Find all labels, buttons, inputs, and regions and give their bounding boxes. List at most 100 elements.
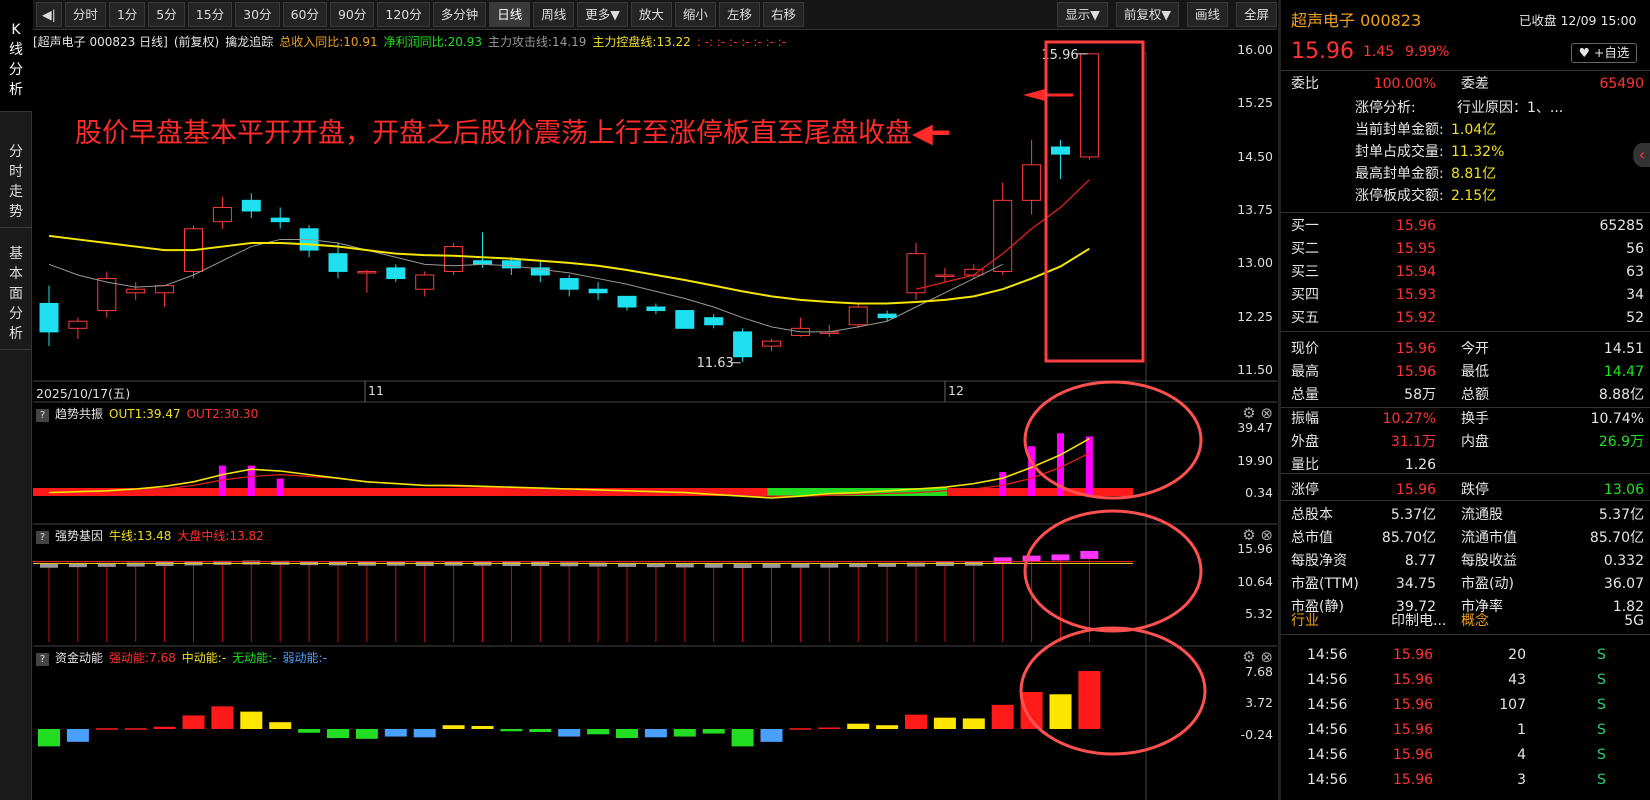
period-button[interactable]: 1分 [108,2,146,27]
pane3-strong: 强动能:7.68 [109,651,176,665]
stat-key: 流通股 [1461,507,1503,523]
chart-menu-button[interactable]: 前复权▼ [1115,2,1179,27]
pane3-bar [731,729,754,747]
pane3-bar [991,704,1014,729]
date-axis-label: 12 [948,383,964,398]
tick-time: 14:56 [1307,772,1348,788]
market-status: 已收盘 12/09 15:00 [1519,13,1637,28]
chart-action-button[interactable]: 右移 [762,2,804,27]
stat-key: 每股收益 [1461,553,1517,569]
kline-chart-area[interactable]: 15.96 11.63 [超声电子 000823 日线] (前复权) 擒龙追踪 总收入同… [33,31,1277,800]
stat-row: 最高 15.96 最低 14.47 [1281,360,1650,384]
period-button[interactable]: 多分钟 [432,2,487,27]
chevron-left-icon[interactable]: ‹ [1633,143,1650,167]
pane3-bar [66,729,89,742]
stat-value: 5.37亿 [1390,507,1436,523]
chart-action-button[interactable]: 左移 [718,2,760,27]
candle-body [270,217,290,223]
chart-action-button[interactable]: 缩小 [674,2,716,27]
pane3-bar [702,729,725,734]
bid-volume: 56 [1626,241,1644,257]
limit-up-row: 涨停分析: 行业原因：1、... [1281,96,1650,120]
limit-up-value: 2.15亿 [1451,188,1497,204]
weibi-label: 委比 [1291,76,1319,92]
stat-row: 现价 15.96 今开 14.51 [1281,337,1650,361]
stat-value: 26.9万 [1598,434,1644,450]
chart-menu-button[interactable]: 显示▼ [1057,2,1108,27]
period-button[interactable]: 更多▼ [577,2,628,27]
candle-body [877,313,897,319]
pane3-bar [38,729,60,747]
help-icon[interactable]: ? [36,409,49,422]
limit-up-value: 1.04亿 [1451,122,1497,138]
stat-key: 最高 [1291,364,1319,380]
tick-side: S [1597,722,1606,738]
pane3-name: 资金动能 [55,651,104,665]
bid-label: 买四 [1291,287,1319,303]
limit-up-row: 当前封单金额: 1.04亿 [1281,118,1650,142]
stat-key: 流通市值 [1461,530,1517,546]
pane3-mid: 中动能:- [181,651,227,665]
period-button[interactable]: 分时 [64,2,106,27]
stat-key: 现价 [1291,341,1319,357]
pane3-bar [153,726,176,729]
stat-key: 外盘 [1291,434,1319,450]
tick-side: S [1597,672,1606,688]
chart-menu-button[interactable]: 全屏 [1235,2,1277,27]
pane3-bar [95,728,118,730]
tick-price: 15.96 [1393,722,1434,738]
chart-menu-button[interactable]: 画线 [1186,2,1228,27]
tick-side: S [1597,647,1606,663]
tick-price: 15.96 [1393,647,1434,663]
bid-price: 15.93 [1395,287,1436,303]
quote-panel: 超声电子 000823 已收盘 12/09 15:00 15.96 1.45 9.99%… [1278,0,1650,800]
tab-kline-analysis[interactable]: K线分析 [0,0,32,112]
pane1-axis-label: 19.90 [1237,453,1273,468]
period-button[interactable]: 30分 [235,2,280,27]
period-button[interactable]: 5分 [148,2,185,27]
stat-key: 总股本 [1291,507,1333,523]
chart-menus: 显示▼ 前复权▼ 画线 全屏 [1049,2,1277,27]
pane1-axis-label: 39.47 [1237,420,1273,435]
stat-key: 总额 [1461,387,1489,403]
bid-volume: 52 [1626,310,1644,326]
collapse-left-icon[interactable]: ◀| [36,2,62,27]
period-button[interactable]: 90分 [329,2,375,27]
pane3-bar [269,722,292,729]
period-button[interactable]: 日线 [489,2,531,27]
price-axis-label: 12.25 [1237,308,1273,324]
bid-price: 15.95 [1395,241,1436,257]
help-icon[interactable]: ? [36,531,49,544]
tick-volume: 107 [1499,697,1526,713]
stat-key: 今开 [1461,341,1489,357]
period-button[interactable]: 120分 [377,2,430,27]
limit-up-key: 封单占成交量: [1355,144,1444,160]
chart-action-button[interactable]: 放大 [630,2,672,27]
candle-body [848,306,868,326]
pane1-name: 趋势共振 [55,407,104,421]
pane3-bar [876,725,899,729]
period-button[interactable]: 60分 [282,2,327,27]
stat-value: 14.47 [1603,364,1644,380]
pane3-none: 无动能:- [232,651,277,665]
pane2-niu: 牛线:13.48 [109,529,172,543]
pane1-header: ? 趋势共振 OUT1:39.47 OUT2:30.30 [33,403,1277,425]
period-button[interactable]: 15分 [187,2,233,27]
limit-up-key: 最高封单金额: [1355,166,1444,182]
tick-side: S [1597,697,1606,713]
pane2-block [791,563,810,568]
pane3-bar [240,711,263,729]
tick-row: 14:56 15.96 1 S [1281,718,1650,742]
pane2-header: ? 强势基因 牛线:13.48 大盘中线:13.82 [33,525,1277,547]
bid-price: 15.92 [1395,310,1436,326]
stat-row: 外盘 31.1万 内盘 26.9万 [1281,430,1650,454]
add-watchlist-button[interactable]: ♥ +自选 [1571,43,1637,63]
bid-price: 15.94 [1395,264,1436,280]
attack-line: 主力攻击线:14.19 [488,35,587,49]
help-icon[interactable]: ? [36,653,49,666]
period-button[interactable]: 周线 [533,2,575,27]
indicator-name[interactable]: 擒龙追踪 [225,35,273,49]
tab-fundamentals[interactable]: 基本面分析 [0,228,32,350]
stat-row: 市盈(TTM) 34.75 市盈(动) 36.07 [1281,572,1650,596]
tab-intraday[interactable]: 分时走势 [0,112,32,228]
